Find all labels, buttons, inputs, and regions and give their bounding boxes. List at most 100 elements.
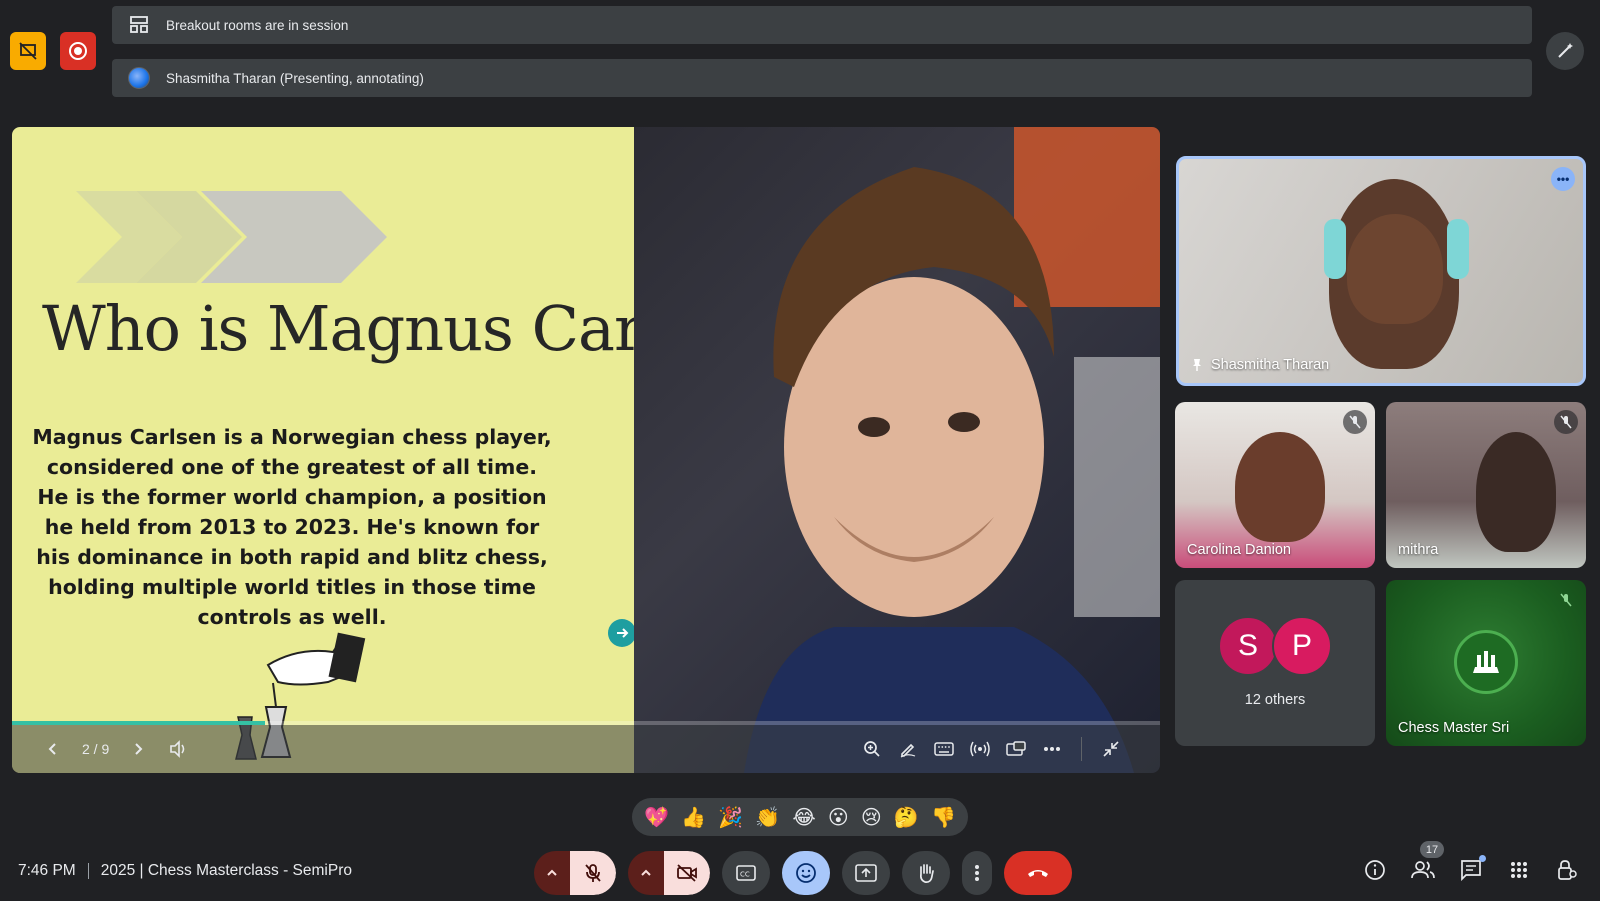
lock-person-icon — [1558, 860, 1577, 880]
headphones-graphic — [1447, 219, 1469, 279]
info-icon — [1365, 860, 1385, 880]
participant-tile-presenter[interactable]: ••• Shasmitha Tharan — [1176, 156, 1586, 386]
collapse-icon — [1103, 741, 1119, 757]
meeting-info: 7:46 PM 2025 | Chess Masterclass - SemiP… — [18, 862, 352, 880]
reaction-clap[interactable]: 👏 — [755, 805, 780, 830]
meeting-time: 7:46 PM — [18, 862, 76, 879]
participant-name: Carolina Danion — [1187, 542, 1291, 558]
pip-button[interactable] — [1005, 738, 1027, 760]
more-horizontal-icon — [1044, 747, 1060, 751]
previous-slide-button[interactable] — [42, 738, 64, 760]
presenter-face — [1347, 214, 1443, 324]
chevron-arrows-graphic — [76, 191, 387, 283]
participant-tile-chess-master[interactable]: Chess Master Sri — [1386, 580, 1586, 746]
reaction-laugh[interactable]: 😂 — [792, 805, 815, 830]
camera-toggle-button[interactable] — [664, 851, 710, 895]
tile-options-button[interactable]: ••• — [1551, 167, 1575, 191]
participant-name: mithra — [1398, 542, 1439, 558]
participant-tile-mithra[interactable]: mithra — [1386, 402, 1586, 568]
present-screen-button[interactable] — [842, 851, 890, 895]
side-panel-controls: 17 — [1362, 841, 1580, 883]
muted-indicator — [1554, 410, 1578, 434]
presenter-banner[interactable]: Shasmitha Tharan (Presenting, annotating… — [112, 59, 1532, 97]
annotate-pen-button[interactable] — [897, 738, 919, 760]
camera-off-icon — [677, 864, 697, 882]
reaction-heart[interactable]: 💖 — [644, 805, 669, 830]
participant-tile-carolina[interactable]: Carolina Danion — [1175, 402, 1375, 568]
next-slide-arrow[interactable] — [608, 619, 636, 647]
host-controls-button[interactable] — [1554, 857, 1580, 883]
reaction-sad[interactable]: 😢 — [861, 805, 882, 830]
hand-icon — [919, 864, 934, 883]
presenter-banner-text: Shasmitha Tharan (Presenting, annotating… — [166, 70, 424, 86]
others-tile[interactable]: S P 12 others — [1175, 580, 1375, 746]
people-icon — [1411, 861, 1435, 879]
zoom-in-icon — [864, 741, 880, 757]
keyboard-button[interactable] — [933, 738, 955, 760]
mic-off-icon — [1560, 593, 1572, 607]
presenter-avatar — [128, 67, 150, 89]
slide-page-indicator: 2 / 9 — [82, 741, 110, 757]
no-screen-icon — [19, 42, 37, 60]
zoom-in-button[interactable] — [861, 738, 883, 760]
captions-button[interactable]: CC — [722, 851, 770, 895]
audio-options-button[interactable] — [534, 851, 570, 895]
broadcast-button[interactable] — [969, 738, 991, 760]
reaction-surprised[interactable]: 😮 — [828, 805, 849, 830]
keyboard-icon — [934, 742, 954, 756]
reaction-thinking[interactable]: 🤔 — [894, 805, 919, 830]
recording-indicator[interactable] — [60, 32, 96, 70]
leave-call-button[interactable] — [1004, 851, 1072, 895]
microphone-toggle-button[interactable] — [570, 851, 616, 895]
more-presentation-options-button[interactable] — [1041, 738, 1063, 760]
chat-button[interactable] — [1458, 855, 1486, 883]
avatar-initial: P — [1272, 616, 1332, 676]
more-options-button[interactable] — [962, 851, 992, 895]
people-button[interactable]: 17 — [1410, 841, 1444, 883]
avatar-initial: S — [1218, 616, 1278, 676]
activities-button[interactable] — [1506, 857, 1532, 883]
picture-in-picture-icon — [1006, 741, 1026, 756]
reaction-thumbs-down[interactable]: 👎 — [931, 805, 956, 830]
emoji-icon — [796, 863, 816, 883]
slide-title: Who is Magnus Carlsen — [42, 292, 768, 365]
unread-dot — [1479, 855, 1486, 862]
participant-video — [1476, 432, 1556, 552]
participant-name: Chess Master Sri — [1398, 720, 1510, 736]
more-vertical-icon — [975, 865, 979, 881]
minimize-presentation-button[interactable] — [1100, 738, 1122, 760]
pen-sparkle-icon — [1558, 43, 1573, 58]
presentation-stage[interactable]: Who is Magnus Carlsen Magnus Carlsen is … — [12, 127, 1160, 773]
hang-up-icon — [1028, 870, 1048, 877]
presentation-controls: 2 / 9 — [12, 725, 1160, 773]
slide-text-panel: Who is Magnus Carlsen Magnus Carlsen is … — [12, 127, 768, 773]
video-options-button[interactable] — [628, 851, 664, 895]
reactions-button[interactable] — [782, 851, 830, 895]
annotate-button[interactable] — [1546, 32, 1584, 70]
broadcast-icon — [970, 741, 990, 757]
microphone-group — [534, 851, 616, 895]
chevron-right-icon — [135, 743, 143, 755]
audio-button[interactable] — [167, 738, 189, 760]
reactions-bar: 💖 👍 🎉 👏 😂 😮 😢 🤔 👎 — [632, 798, 968, 836]
participant-video — [1235, 432, 1325, 542]
speaker-icon — [170, 740, 185, 758]
mic-off-icon — [585, 864, 601, 882]
controls-divider — [1081, 737, 1082, 761]
slide-body-text: Magnus Carlsen is a Norwegian chess play… — [32, 425, 552, 629]
meeting-details-button[interactable] — [1362, 857, 1388, 883]
meet-window: Breakout rooms are in session Shasmitha … — [0, 0, 1600, 901]
camera-group — [628, 851, 710, 895]
reaction-thumbs-up[interactable]: 👍 — [681, 805, 706, 830]
presenter-name: Shasmitha Tharan — [1211, 357, 1330, 373]
pen-icon — [900, 743, 916, 758]
raise-hand-button[interactable] — [902, 851, 950, 895]
call-controls: CC — [534, 851, 1072, 895]
meeting-title: 2025 | Chess Masterclass - SemiPro — [100, 862, 352, 879]
next-slide-button[interactable] — [127, 738, 149, 760]
breakout-banner[interactable]: Breakout rooms are in session — [112, 6, 1532, 44]
present-icon — [855, 864, 877, 882]
muted-indicator — [1554, 588, 1578, 612]
reaction-party[interactable]: 🎉 — [718, 805, 743, 830]
screen-share-indicator[interactable] — [10, 32, 46, 70]
